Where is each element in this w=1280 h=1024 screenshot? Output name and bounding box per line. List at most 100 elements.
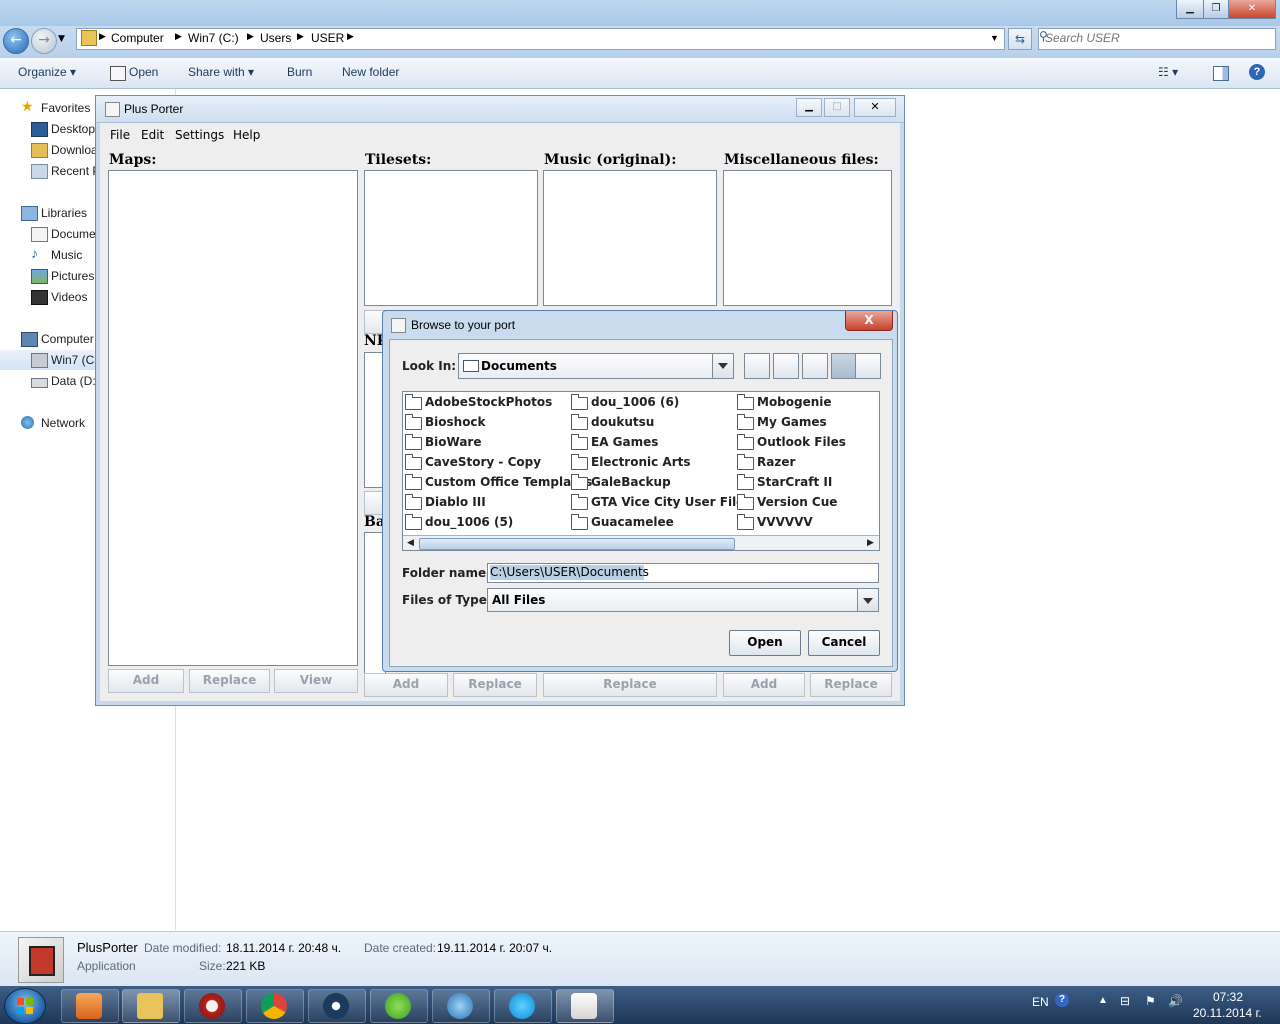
view-options-icon[interactable]: ☷ ▾ — [1158, 65, 1178, 79]
misc-add-button[interactable]: Add — [723, 673, 805, 697]
search-input[interactable] — [1045, 31, 1245, 45]
chevron-down-icon[interactable] — [857, 589, 878, 611]
start-button[interactable] — [4, 988, 46, 1024]
tilesets-list[interactable] — [364, 170, 538, 306]
downloads-folder-icon — [31, 143, 48, 158]
breadcrumb-user[interactable]: USER — [311, 31, 344, 45]
taskbar-app-blue[interactable] — [432, 989, 490, 1023]
back-icon[interactable]: ← — [3, 28, 29, 54]
up-one-level-icon[interactable] — [744, 353, 770, 379]
misc-files-list[interactable] — [723, 170, 892, 306]
network-icon — [21, 416, 34, 429]
forward-icon[interactable]: → — [31, 28, 57, 54]
maps-list[interactable] — [108, 170, 358, 666]
file-list[interactable]: AdobeStockPhotos Bioshock BioWare CaveStory… — [402, 391, 880, 551]
breadcrumb-win7[interactable]: Win7 (C:) — [188, 31, 239, 45]
volume-icon[interactable]: 🔊 — [1168, 994, 1183, 1008]
address-dropdown-icon[interactable]: ▼ — [990, 33, 999, 43]
folder-name: BioWare — [425, 435, 482, 449]
clock-date[interactable]: 20.11.2014 г. — [1193, 1006, 1262, 1020]
folder-icon — [571, 474, 588, 490]
taskbar-java[interactable] — [556, 989, 614, 1023]
bg-add-button[interactable]: Add — [364, 673, 448, 697]
bg-replace-button[interactable]: Replace — [453, 673, 537, 697]
taskbar-app-red[interactable] — [184, 989, 242, 1023]
pictures-icon — [31, 269, 48, 284]
files-of-type-dropdown[interactable]: All Files — [487, 588, 879, 612]
maps-view-button[interactable]: View — [274, 669, 358, 693]
menu-edit[interactable]: Edit — [141, 128, 164, 142]
refresh-icon[interactable]: ⇆ — [1008, 28, 1032, 50]
list-view-icon[interactable] — [831, 353, 857, 379]
maps-replace-button[interactable]: Replace — [189, 669, 270, 693]
utorrent-icon — [385, 993, 411, 1019]
clock-time[interactable]: 07:32 — [1213, 990, 1243, 1004]
videos-icon — [31, 290, 48, 305]
details-view-icon[interactable] — [855, 353, 881, 379]
open-button[interactable]: Open — [129, 65, 158, 79]
minimize-button[interactable]: ▁ — [1176, 0, 1204, 19]
skype-icon — [509, 993, 535, 1019]
taskbar-skype[interactable] — [494, 989, 552, 1023]
recent-pages-chevron-icon[interactable]: ▼ — [58, 34, 65, 44]
burn-button[interactable]: Burn — [287, 65, 312, 79]
folder-name: dou_1006 (5) — [425, 515, 514, 529]
preview-pane-icon[interactable] — [1213, 66, 1229, 81]
taskbar-steam[interactable] — [308, 989, 366, 1023]
network-tray-icon[interactable]: ⊟ — [1120, 994, 1130, 1008]
folder-name-field[interactable] — [487, 563, 879, 583]
help-icon[interactable]: ? — [1249, 64, 1265, 80]
folder-icon — [737, 394, 754, 410]
menu-file[interactable]: File — [110, 128, 130, 142]
scroll-right-icon[interactable]: ▶ — [863, 536, 878, 550]
show-hidden-icons-icon[interactable]: ▲ — [1098, 995, 1108, 1006]
folder-name-input[interactable] — [490, 565, 870, 579]
folder-icon — [571, 434, 588, 450]
share-with-button[interactable]: Share with ▾ — [188, 65, 254, 79]
folder-name: Mobogenie — [757, 395, 832, 409]
folder-icon — [405, 514, 422, 530]
folder-icon — [737, 414, 754, 430]
folder-icon — [571, 454, 588, 470]
pp-minimize-button[interactable]: ▁ — [796, 98, 822, 117]
close-button[interactable]: ✕ — [1228, 0, 1276, 19]
new-folder-button[interactable]: New folder — [342, 65, 399, 79]
open-button[interactable]: Open — [729, 630, 801, 656]
misc-replace-button[interactable]: Replace — [810, 673, 892, 697]
scrollbar-thumb[interactable] — [419, 538, 735, 550]
taskbar-media-player[interactable] — [61, 989, 119, 1023]
action-center-flag-icon[interactable]: ⚑ — [1145, 994, 1156, 1008]
scroll-left-icon[interactable]: ◀ — [403, 536, 418, 550]
horizontal-scrollbar[interactable]: ◀ ▶ — [403, 535, 879, 550]
dialog-close-button[interactable]: X — [845, 311, 893, 331]
search-box[interactable]: ⚲ — [1038, 28, 1276, 50]
maps-add-button[interactable]: Add — [108, 669, 184, 693]
music-list[interactable] — [543, 170, 717, 306]
taskbar-explorer[interactable] — [122, 989, 180, 1023]
home-icon[interactable] — [773, 353, 799, 379]
chevron-down-icon[interactable] — [712, 354, 733, 378]
help-icon[interactable]: ? — [1055, 993, 1069, 1007]
cancel-button[interactable]: Cancel — [808, 630, 880, 656]
breadcrumb-users[interactable]: Users — [260, 31, 291, 45]
chrome-icon — [261, 993, 287, 1019]
pp-maximize-button[interactable]: □ — [824, 98, 850, 117]
breadcrumb-computer[interactable]: Computer — [111, 31, 164, 45]
menu-help[interactable]: Help — [233, 128, 260, 142]
size-value: 221 KB — [226, 959, 266, 973]
look-in-dropdown[interactable]: Documents — [458, 353, 734, 379]
taskbar-utorrent[interactable] — [370, 989, 428, 1023]
music-header: Music (original): — [544, 152, 677, 168]
organize-button[interactable]: Organize ▾ — [18, 65, 76, 79]
pp-close-button[interactable]: ✕ — [854, 98, 896, 117]
address-bar[interactable]: ▶ Computer ▶ Win7 (C:) ▶ Users ▶ USER ▶ … — [76, 28, 1005, 50]
date-modified-value: 18.11.2014 г. 20:48 ч. — [226, 941, 342, 955]
menu-settings[interactable]: Settings — [175, 128, 224, 142]
folder-icon — [737, 474, 754, 490]
taskbar-chrome[interactable] — [246, 989, 304, 1023]
music-replace-button[interactable]: Replace — [543, 673, 717, 697]
new-folder-icon[interactable] — [802, 353, 828, 379]
language-indicator[interactable]: EN — [1032, 995, 1049, 1009]
maximize-button[interactable]: ❐ — [1203, 0, 1229, 19]
blue-app-icon — [447, 993, 473, 1019]
